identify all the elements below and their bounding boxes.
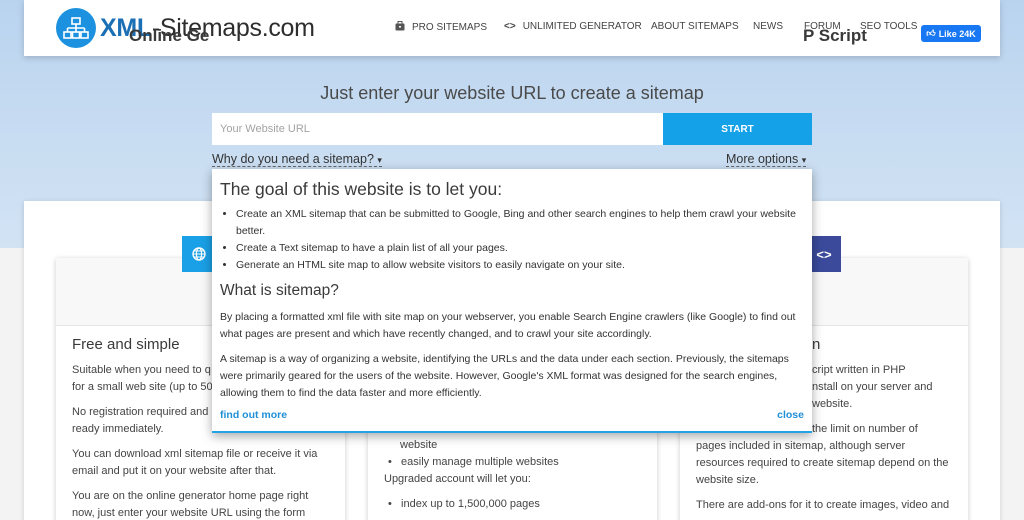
- nav-seo-tools-label: SEO TOOLS: [860, 21, 918, 32]
- card-online-line: You are on the online generator home pag…: [72, 490, 309, 502]
- popup-paragraph: By placing a formatted xml file with sit…: [220, 311, 796, 340]
- why-sitemap-toggle[interactable]: Why do you need a sitemap? ▾: [212, 152, 382, 167]
- why-sitemap-label: Why do you need a sitemap?: [212, 152, 374, 166]
- popup-paragraph: A sitemap is a way of organizing a websi…: [220, 353, 789, 399]
- card-online-subtitle: Free and simple: [72, 336, 180, 353]
- card-php-line: There are add-ons for it to create image…: [696, 499, 950, 511]
- briefcase-icon: [395, 21, 405, 34]
- nav-news[interactable]: NEWS: [753, 21, 783, 32]
- list-item: Generate an HTML site map to allow websi…: [236, 257, 804, 274]
- list-item: • easily manage multiple websites: [388, 456, 559, 468]
- website-url-input[interactable]: [212, 113, 663, 145]
- code-icon: <>: [807, 236, 841, 272]
- nav-about-sitemaps-label: ABOUT SITEMAPS: [651, 21, 739, 32]
- find-out-more-link[interactable]: find out more: [220, 409, 287, 421]
- start-button[interactable]: START: [663, 113, 812, 145]
- list-item: website: [400, 439, 438, 451]
- upgraded-account-text: Upgraded account will let you:: [384, 473, 531, 485]
- card-php-line: resources required to create sitemap dep…: [696, 457, 949, 469]
- nav-pro-sitemaps[interactable]: PRO SITEMAPS: [395, 21, 487, 34]
- nav-news-label: NEWS: [753, 21, 783, 32]
- caret-down-icon: ▾: [801, 155, 807, 165]
- card-php-line: pages included in sitemap, although serv…: [696, 440, 906, 452]
- nav-about-sitemaps[interactable]: ABOUT SITEMAPS: [651, 21, 739, 32]
- list-item: Create a Text sitemap to have a plain li…: [236, 240, 804, 257]
- card-online-line: email and put it on your website after t…: [72, 465, 277, 477]
- card-php-subtitle: n: [812, 336, 821, 353]
- card-online-line: now, just enter your website URL using t…: [72, 507, 306, 519]
- globe-icon: [182, 236, 216, 272]
- why-sitemap-popup: The goal of this website is to let you: …: [212, 169, 812, 433]
- card-pro-text: website • easily manage multiple website…: [384, 437, 644, 513]
- nav-unlimited-generator[interactable]: <> UNLIMITED GENERATOR: [504, 21, 642, 32]
- sitemap-icon: [56, 8, 96, 48]
- more-options-label: More options: [726, 152, 799, 166]
- nav-seo-tools[interactable]: SEO TOOLS: [860, 21, 917, 32]
- facebook-like-button[interactable]: 👍︎ Like 24K: [921, 25, 981, 42]
- list-item-text: index up to 1,500,000 pages: [401, 498, 540, 510]
- list-item-text: easily manage multiple websites: [401, 456, 559, 468]
- caret-down-icon: ▾: [377, 155, 382, 165]
- list-item: • index up to 1,500,000 pages: [388, 498, 540, 510]
- code-icon: <>: [504, 21, 516, 32]
- nav-unlimited-generator-label: UNLIMITED GENERATOR: [522, 21, 642, 32]
- more-options-toggle[interactable]: More options ▾: [726, 152, 807, 167]
- card-php-line: website size.: [696, 474, 759, 486]
- popup-links: find out more close: [220, 409, 804, 421]
- nav-pro-sitemaps-label: PRO SITEMAPS: [412, 22, 488, 33]
- facebook-like-count: Like 24K: [938, 28, 976, 39]
- card-php-title: P Script: [803, 26, 867, 45]
- popup-heading: The goal of this website is to let you:: [220, 179, 503, 199]
- popup-goal-list: Create an XML sitemap that can be submit…: [236, 206, 804, 274]
- close-link[interactable]: close: [777, 409, 804, 421]
- list-item: Create an XML sitemap that can be submit…: [236, 206, 804, 240]
- card-online-line: You can download xml sitemap file or rec…: [72, 448, 318, 460]
- card-online-title: Online Ge: [129, 26, 210, 45]
- popup-subheading: What is sitemap?: [220, 282, 339, 299]
- thumbs-up-icon: 👍︎: [926, 28, 936, 38]
- hero-tagline: Just enter your website URL to create a …: [320, 83, 704, 103]
